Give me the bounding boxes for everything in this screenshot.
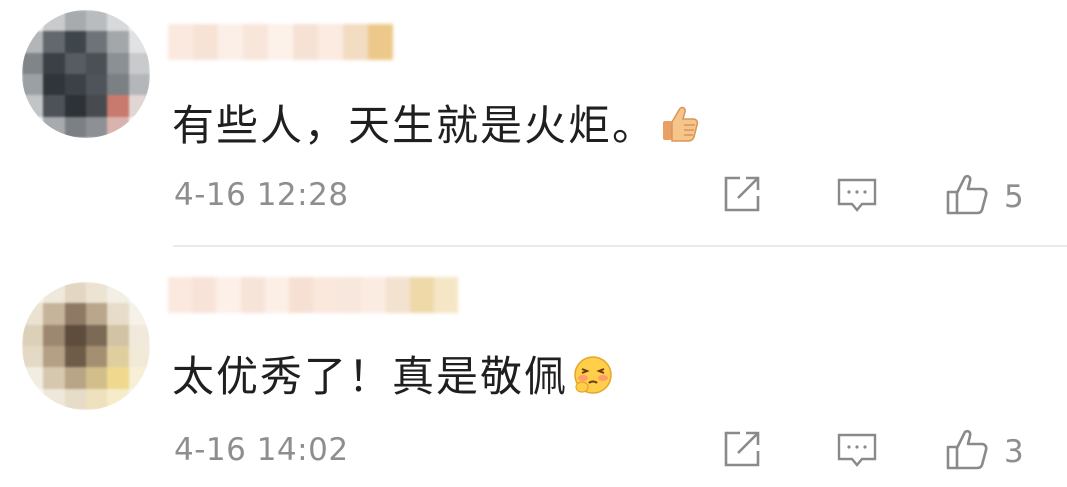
comment-item: 太优秀了！真是敬佩 4-16 14:02 3 [0,247,1067,487]
username-blurred[interactable] [168,277,459,313]
reply-button[interactable] [834,172,880,222]
thumbs-up-outline-icon [944,172,990,222]
comment-text-content: 有些人，天生就是火炬。 [172,101,657,150]
like-count: 5 [1004,179,1024,215]
comment-icon [834,172,880,222]
comment-item: 有些人，天生就是火炬。 4-16 12:28 5 [0,0,1067,245]
comment-timestamp: 4-16 12:28 [174,177,349,213]
avatar-mosaic [22,282,150,410]
like-button[interactable]: 3 [944,427,1024,477]
comment-text: 太优秀了！真是敬佩 [172,343,614,406]
username-blurred[interactable] [168,24,393,60]
blushing-face-icon [572,354,614,406]
comment-timestamp: 4-16 14:02 [174,432,349,468]
share-icon [720,427,764,475]
reply-button[interactable] [834,427,880,477]
comment-icon [834,427,880,477]
avatar[interactable] [22,10,150,138]
thumbs-up-outline-icon [944,427,990,477]
share-button[interactable] [720,427,764,475]
thumbs-up-icon [660,104,700,154]
share-button[interactable] [720,172,764,220]
comment-text: 有些人，天生就是火炬。 [172,92,700,154]
avatar-mosaic [22,10,150,138]
comment-text-content: 太优秀了！真是敬佩 [172,352,569,401]
like-count: 3 [1004,434,1024,470]
like-button[interactable]: 5 [944,172,1024,222]
avatar[interactable] [22,282,150,410]
share-icon [720,172,764,220]
